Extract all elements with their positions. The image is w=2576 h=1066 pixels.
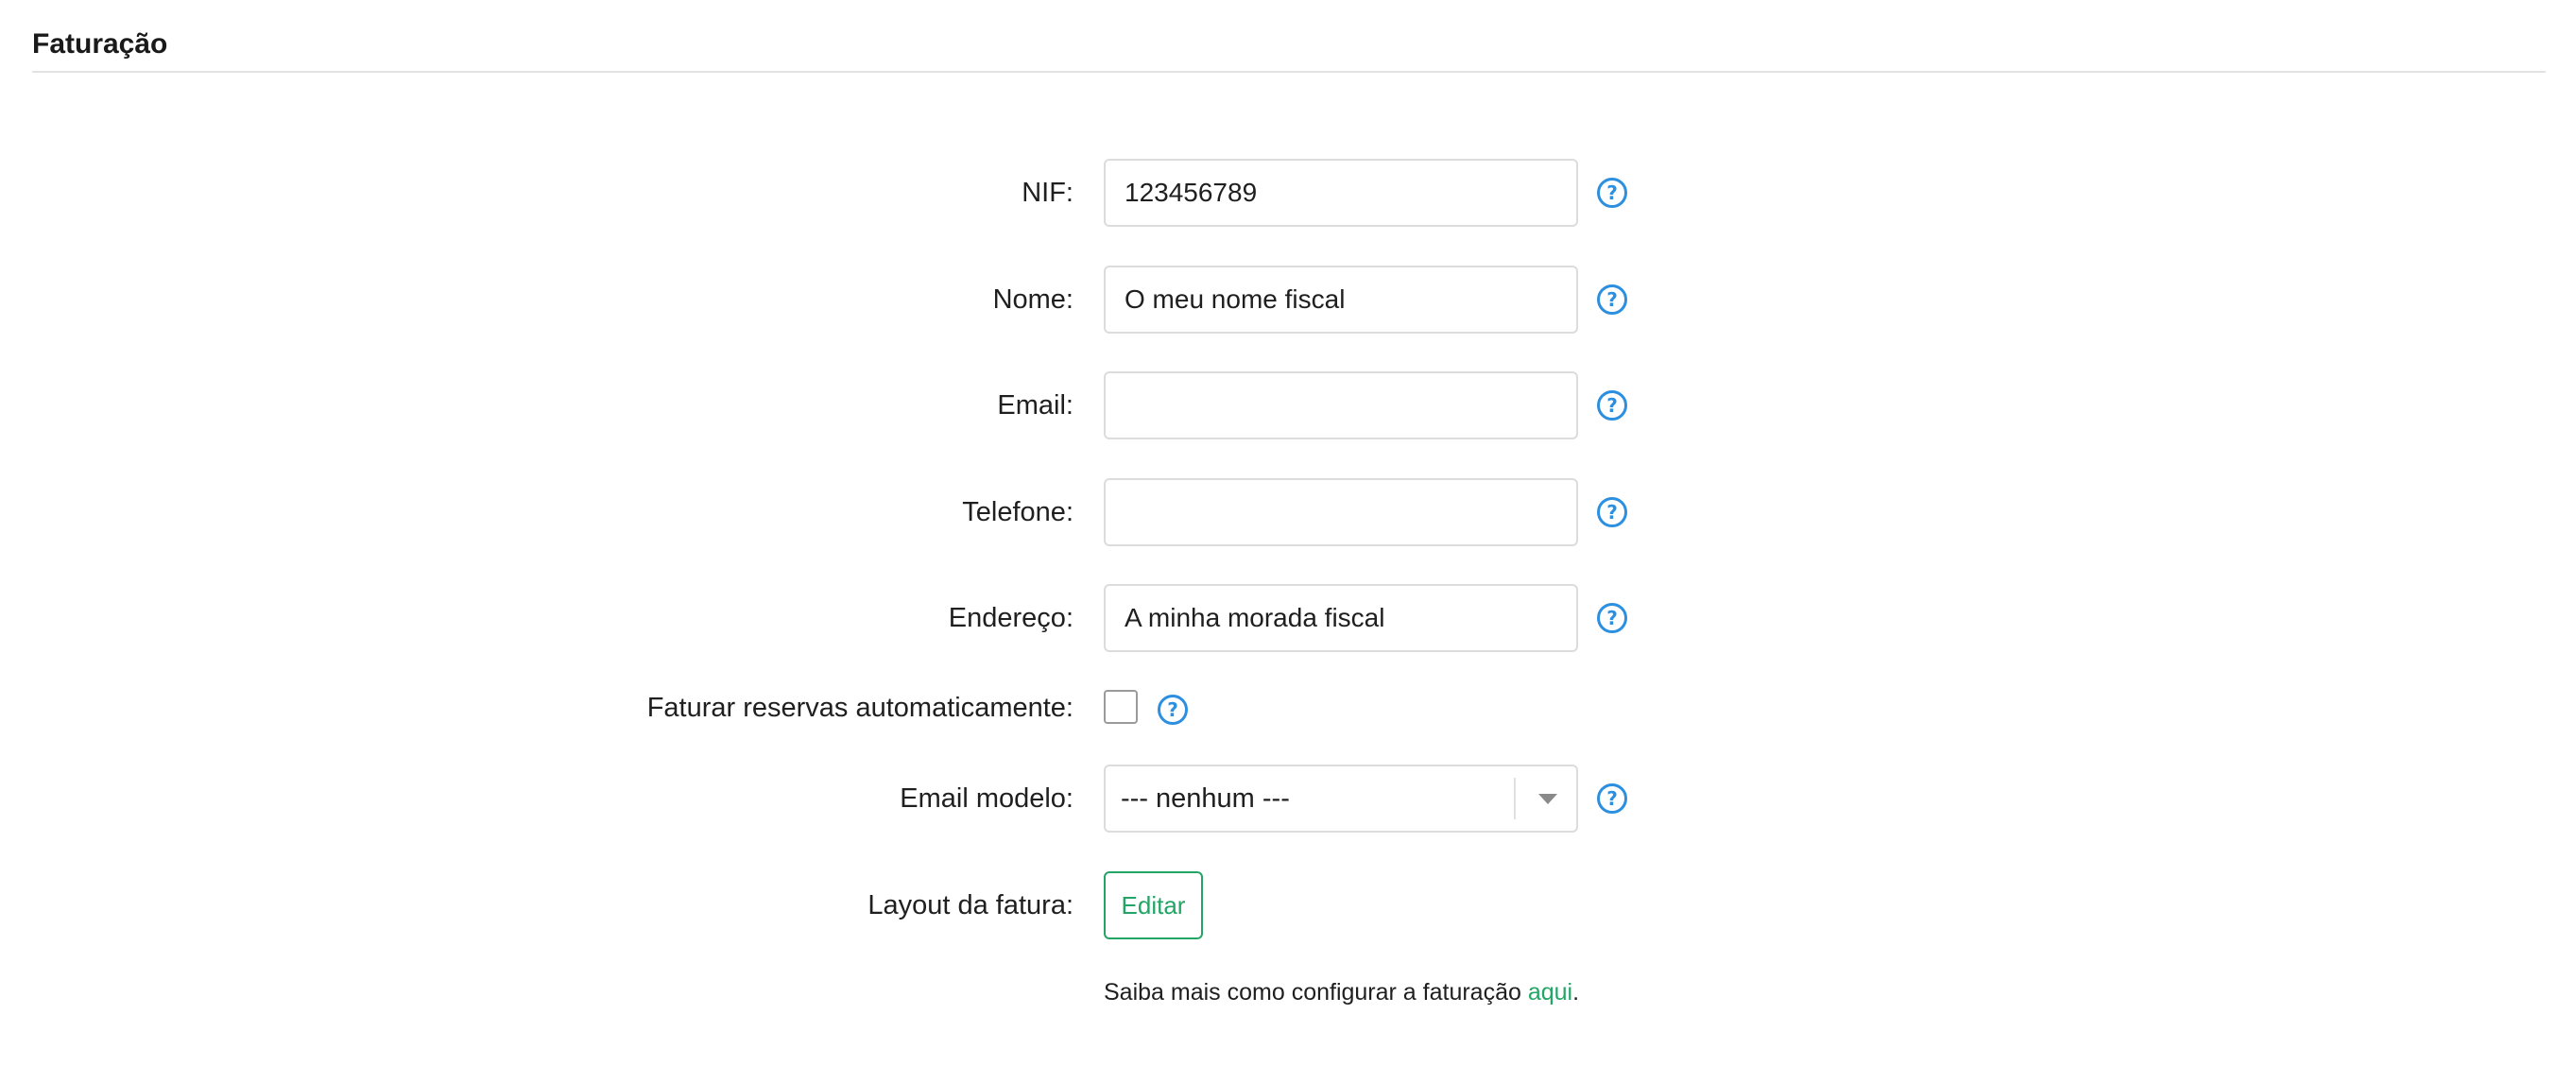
email-label: Email: <box>997 390 1073 421</box>
email-template-help-icon[interactable]: ? <box>1597 783 1627 814</box>
endereco-help-icon[interactable]: ? <box>1597 603 1627 633</box>
select-separator <box>1514 778 1516 819</box>
email-help-icon[interactable]: ? <box>1597 390 1627 421</box>
telefone-help-icon[interactable]: ? <box>1597 497 1627 527</box>
endereco-label: Endereço: <box>948 603 1073 633</box>
form-row-email: Email: ? <box>0 371 2576 439</box>
nome-label: Nome: <box>992 284 1073 315</box>
nif-help-icon[interactable]: ? <box>1597 178 1627 208</box>
auto-invoice-checkbox[interactable] <box>1104 690 1138 724</box>
email-template-select[interactable]: --- nenhum --- <box>1104 765 1578 833</box>
auto-invoice-label: Faturar reservas automaticamente: <box>646 693 1073 723</box>
nome-help-icon[interactable]: ? <box>1597 284 1627 315</box>
auto-invoice-help-icon[interactable]: ? <box>1158 695 1188 725</box>
endereco-input[interactable] <box>1104 584 1578 652</box>
section-header: Faturação <box>32 25 2546 73</box>
nif-label: NIF: <box>1022 178 1073 208</box>
form-row-endereco: Endereço: ? <box>0 584 2576 652</box>
nif-input[interactable] <box>1104 159 1578 227</box>
chevron-down-icon <box>1538 794 1557 804</box>
help-note-link[interactable]: aqui <box>1528 979 1572 1006</box>
help-note: Saiba mais como configurar a faturação a… <box>1104 979 1579 1006</box>
form-row-nome: Nome: ? <box>0 266 2576 334</box>
section-title: Faturação <box>32 28 168 60</box>
form-row-telefone: Telefone: ? <box>0 478 2576 546</box>
email-template-label: Email modelo: <box>900 783 1073 814</box>
form-row-nif: NIF: ? <box>0 159 2576 227</box>
help-note-text: Saiba mais como configurar a faturação <box>1104 979 1528 1006</box>
email-template-selected-value: --- nenhum --- <box>1121 783 1290 814</box>
form-row-email-template: Email modelo: --- nenhum --- ? <box>0 765 2576 833</box>
edit-layout-button[interactable]: Editar <box>1104 871 1203 939</box>
telefone-input[interactable] <box>1104 478 1578 546</box>
form-row-auto-invoice: Faturar reservas automaticamente: ? <box>0 674 2576 742</box>
invoice-layout-label: Layout da fatura: <box>867 890 1073 920</box>
email-input[interactable] <box>1104 371 1578 439</box>
telefone-label: Telefone: <box>962 497 1073 527</box>
help-note-suffix: . <box>1572 979 1580 1006</box>
nome-input[interactable] <box>1104 266 1578 334</box>
billing-settings-page: Faturação NIF: ? Nome: ? Email: ? Telefo… <box>0 0 2576 1066</box>
form-row-invoice-layout: Layout da fatura: Editar <box>0 871 2576 939</box>
